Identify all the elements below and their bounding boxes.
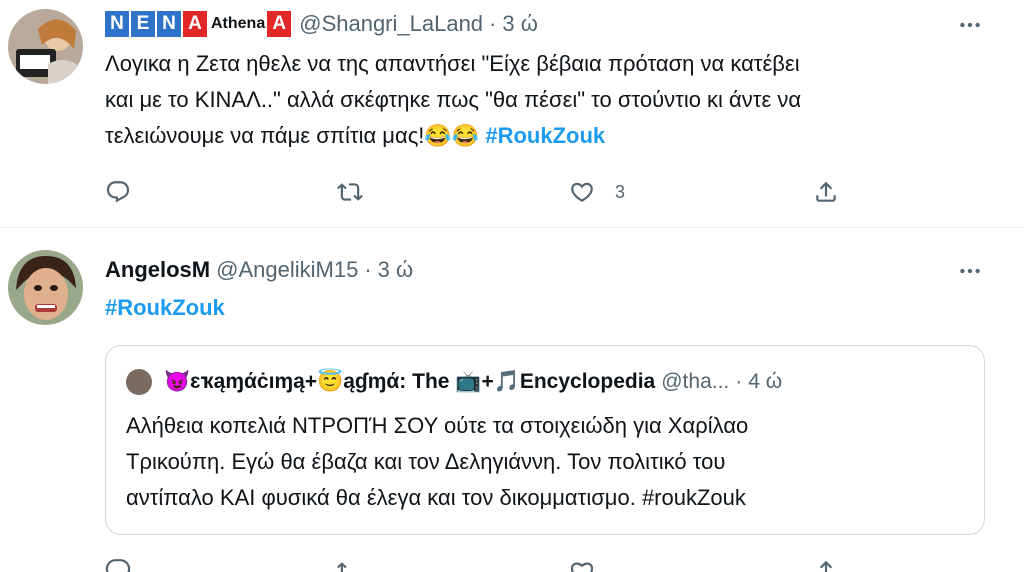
- name-letter: A: [183, 11, 207, 37]
- quoted-text-line: αντίπαλο ΚΑΙ φυσικά θα έλεγα και τον δικ…: [126, 485, 746, 510]
- like-icon: [571, 182, 593, 202]
- handle[interactable]: @AngelikiM15: [216, 257, 358, 283]
- name-letter: N: [157, 11, 181, 37]
- reply-icon: [106, 181, 130, 203]
- retweet-icon: [337, 183, 363, 201]
- tweet-text: Λογικα η Ζετα ηθελε να της απαντήσει "Εί…: [105, 46, 985, 154]
- share-icon: [816, 181, 836, 202]
- more-icon[interactable]: [950, 256, 990, 286]
- hashtag-link[interactable]: #RoukZouk: [105, 295, 225, 320]
- name-word: Athena: [211, 15, 266, 32]
- tweet-text-line: τελειώνουμε να πάμε σπίτια μας!😂😂 #RoukZ…: [105, 118, 985, 154]
- tweet-2[interactable]: AngelosM @AngelikiM15 · 3 ώ #RoukZouk 😈ɛ…: [0, 228, 1024, 572]
- quoted-tweet-header: 😈ɛҡąɱάċıɱą+😇ąɠɱά: The 📺+🎵Encyclopedia @t…: [126, 368, 966, 396]
- separator: ·: [489, 11, 497, 36]
- tweet-header: AngelosM @AngelikiM15 · 3 ώ: [105, 255, 413, 285]
- tweet-text-segment: τελειώνουμε να πάμε σπίτια μας!: [105, 123, 425, 148]
- reply-button[interactable]: [105, 175, 131, 209]
- timestamp[interactable]: 3 ώ: [378, 257, 414, 283]
- name-letter: N: [105, 11, 129, 37]
- retweet-button[interactable]: [337, 175, 363, 209]
- tweet-actions: 3: [105, 175, 955, 209]
- quoted-tweet[interactable]: 😈ɛҡąɱάċıɱą+😇ąɠɱά: The 📺+🎵Encyclopedia @t…: [105, 345, 985, 535]
- tweet-text: #RoukZouk: [105, 290, 985, 326]
- tweet-text-line: Λογικα η Ζετα ηθελε να της απαντήσει "Εί…: [105, 51, 800, 76]
- timestamp[interactable]: 3 ώ: [502, 11, 538, 37]
- display-name[interactable]: N E N A Athena A: [105, 11, 293, 37]
- handle[interactable]: @Shangri_LaLand: [299, 11, 483, 37]
- like-count: 3: [615, 181, 626, 202]
- hashtag-link[interactable]: #RoukZouk: [485, 123, 605, 148]
- separator: ·: [364, 257, 372, 282]
- quoted-timestamp: 4 ώ: [748, 370, 783, 393]
- quoted-tweet-text: Αλήθεια κοπελιά ΝΤΡΟΠΉ ΣΟΥ ούτε τα στοιχ…: [126, 408, 966, 516]
- quoted-text-line: Τρικούπη. Εγώ θα έβαζα και τον Δεληγιάνν…: [126, 449, 726, 474]
- quoted-text-line: Αλήθεια κοπελιά ΝΤΡΟΠΉ ΣΟΥ ούτε τα στοιχ…: [126, 413, 749, 438]
- name-letter: A: [267, 11, 292, 37]
- tweet-header: N E N A Athena A @Shangri_LaLand · 3 ώ: [105, 9, 538, 39]
- separator: ·: [735, 370, 743, 393]
- share-button[interactable]: [813, 175, 839, 209]
- avatar[interactable]: [8, 250, 83, 325]
- tweet-text-line: και με το ΚΙΝΑΛ.." αλλά σκέφτηκε πως "θα…: [105, 87, 802, 112]
- more-icon[interactable]: [950, 10, 990, 40]
- emoji: 😂😂: [424, 123, 480, 148]
- like-button[interactable]: 3: [569, 175, 625, 209]
- name-letter: E: [131, 11, 155, 37]
- quoted-handle: @tha...: [661, 370, 730, 393]
- quoted-avatar[interactable]: [126, 369, 152, 395]
- tweet-1[interactable]: N E N A Athena A @Shangri_LaLand · 3 ώ Λ…: [0, 0, 1024, 228]
- avatar[interactable]: [8, 9, 83, 84]
- quoted-display-name[interactable]: 😈ɛҡąɱάċıɱą+😇ąɠɱά: The 📺+🎵Encyclopedia: [164, 370, 655, 394]
- display-name[interactable]: AngelosM: [105, 257, 210, 283]
